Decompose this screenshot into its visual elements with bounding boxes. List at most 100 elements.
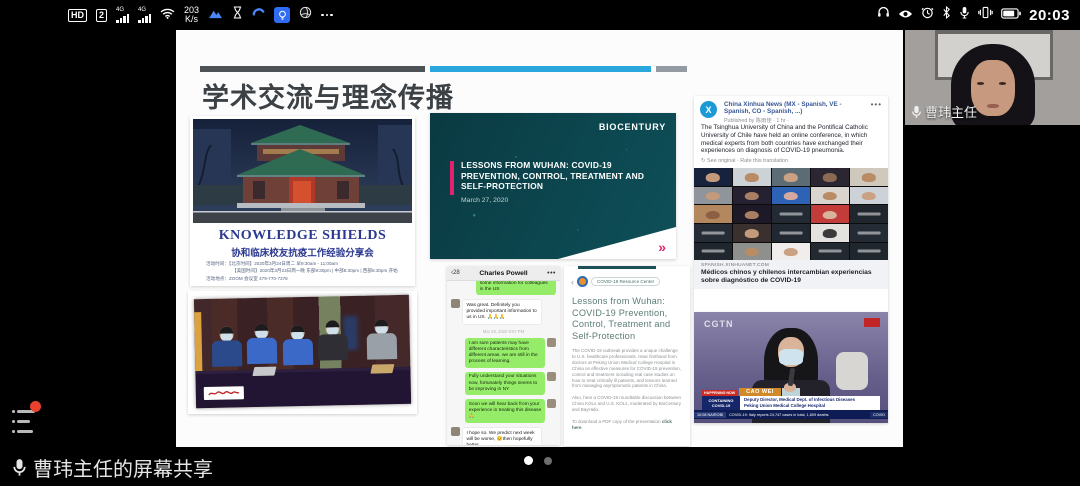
- chat-bubble: Was great. Definitely you provided impor…: [462, 299, 542, 325]
- chat-list-button[interactable]: [12, 406, 46, 444]
- participant-video-tile: [772, 243, 810, 261]
- chat-messages: some information for colleagues in the U…: [447, 281, 560, 445]
- participant-video-tile: [733, 224, 771, 242]
- signal-bars: [116, 14, 129, 23]
- chair: [836, 352, 868, 390]
- team-photo: [188, 291, 417, 414]
- chat-message-row: Was great. Definitely you provided impor…: [451, 299, 556, 325]
- participant-name-tile: [772, 205, 810, 223]
- chat-message-row: I am sure patients may have different ch…: [451, 338, 556, 368]
- laptop: [371, 365, 395, 375]
- participant-name-tile: [772, 224, 810, 242]
- screen-share-view[interactable]: 学术交流与理念传播: [176, 30, 903, 447]
- chat-bubble: some information for colleagues in the U…: [476, 281, 556, 295]
- link-preview: SPANISH.XINHUANET.COM Médicos chinos y c…: [694, 260, 888, 289]
- resource-paragraph: To download a PDF copy of the presentati…: [572, 419, 682, 431]
- ticker-text: COVID-19: Italy reports 24,747 cases in …: [729, 413, 870, 417]
- signal-icon-2: 4G: [138, 7, 151, 23]
- participant-name-tile: [850, 243, 888, 261]
- participant-video-tile: [850, 187, 888, 205]
- link-headline: Médicos chinos y chilenos intercambian e…: [701, 269, 881, 285]
- slide-title: 学术交流与理念传播: [202, 76, 454, 115]
- translation-row: ↻ See original · Rate this translation: [694, 155, 888, 164]
- bulb-app-icon: [274, 7, 290, 23]
- poster-title: KNOWLEDGE SHIELDS: [190, 228, 415, 244]
- page-indicator: [524, 456, 552, 465]
- chat-bubble: Soon we will hear back from your experie…: [465, 399, 545, 423]
- back-icon: ‹28: [451, 270, 460, 276]
- speaker-video-thumbnail[interactable]: 曹玮主任: [905, 30, 1080, 125]
- news-ticker: 10:08 NAIROBI COVID-19: Italy reports 24…: [694, 410, 888, 419]
- participant-video-tile: [850, 168, 888, 186]
- battery-icon: [1001, 6, 1021, 24]
- chat-avatar: [547, 399, 556, 408]
- participant-video-tile: [733, 168, 771, 186]
- chat-message-row: some information for colleagues in the U…: [451, 281, 556, 295]
- speed-unit: K/s: [184, 15, 199, 24]
- participant-name-label: 曹玮主任: [911, 102, 977, 121]
- laptop: [252, 367, 276, 377]
- chat-message-row: Soon we will hear back from your experie…: [451, 399, 556, 423]
- resource-center-page: ‹ COVID-19 Resource Center Lessons from …: [564, 266, 690, 446]
- chat-bubble: I am sure patients may have different ch…: [465, 338, 545, 368]
- resource-paragraph: The COVID-19 outbreak provides a unique …: [572, 348, 682, 389]
- network-type-label: 4G: [116, 7, 124, 13]
- eye-icon: [898, 6, 913, 24]
- program-box: CONTAINING COVID-19: [702, 396, 740, 410]
- ticker-right: COVID: [870, 412, 888, 418]
- chat-contact-name: Charles Powell: [479, 270, 527, 277]
- post-menu-icon: •••: [871, 100, 882, 109]
- chat-avatar: [547, 338, 556, 347]
- poster-detail-line: 【美国时间】2020年3月23日周一晚 东部9:30pm | 中部8:30pm …: [206, 268, 409, 275]
- notification-badge: [30, 401, 41, 412]
- resource-header: ‹ COVID-19 Resource Center: [571, 276, 683, 287]
- cgtn-broadcast: CGTN HAPPENING NOW CAO WEI CONTAINING CO…: [694, 312, 888, 423]
- wechat-screenshot: ‹28 Charles Powell ••• some information …: [447, 266, 560, 445]
- link-source: SPANISH.XINHUANET.COM: [701, 263, 881, 268]
- page-dot-active[interactable]: [524, 456, 533, 465]
- network-speed: 203 K/s: [184, 6, 199, 24]
- status-bar-right: 20:03: [877, 0, 1070, 30]
- poster-details: 活动时间：【北京时间】2020年3月24日周二 早9:30am - 11:00a…: [206, 261, 409, 283]
- browser-app-icon: [252, 6, 265, 24]
- chat-menu-icon: •••: [547, 270, 556, 277]
- signal-bars: [138, 14, 151, 23]
- chat-avatar: [547, 372, 556, 381]
- participant-video-tile: [811, 187, 849, 205]
- participant-video-tile: [811, 205, 849, 223]
- sim2-badge: 2: [96, 9, 107, 22]
- photo-image: [194, 295, 411, 408]
- chat-message-row: Fully understand your situations now, fo…: [451, 372, 556, 396]
- participant-video-tile: [772, 187, 810, 205]
- chat-header: ‹28 Charles Powell •••: [447, 266, 560, 281]
- chat-message-row: I hope so. We predict next week will be …: [451, 427, 556, 445]
- page-dot[interactable]: [544, 457, 552, 465]
- participant-name-tile: [850, 224, 888, 242]
- screen-share-label: 曹玮主任的屏幕共享: [12, 453, 213, 482]
- participant-name-tile: [850, 205, 888, 223]
- top-accent-bar: [578, 266, 656, 269]
- biocentury-slide: BIOCENTURY LESSONS FROM WUHAN: COVID-19 …: [430, 113, 676, 259]
- bluetooth-icon: [942, 6, 951, 24]
- poster-subtitle: 协和临床校友抗疫工作经验分享会: [190, 245, 415, 259]
- conference-grid: [694, 168, 888, 260]
- title-bar-blue: [430, 66, 651, 72]
- biocentury-logo: BIOCENTURY: [599, 122, 666, 132]
- alarm-icon: [921, 6, 934, 24]
- title-bar-gray: [656, 66, 687, 72]
- network-type-label: 4G: [138, 7, 146, 13]
- participant-name-tile: [811, 243, 849, 261]
- participant-video-tile: [694, 187, 732, 205]
- wifi-icon: [160, 6, 175, 24]
- xinhua-avatar: X: [700, 101, 717, 118]
- status-bar: HD 2 4G 4G 203 K/s: [0, 0, 1080, 30]
- phone-screen: HD 2 4G 4G 203 K/s: [0, 0, 1080, 486]
- chat-bubble: Fully understand your situations now, fo…: [465, 372, 545, 396]
- participant-video-tile: [733, 187, 771, 205]
- poster-detail-line: 活动地点：ZOOM 会议室 479-770-7378: [206, 276, 409, 283]
- peaks-app-icon: [208, 6, 223, 24]
- chevrons-icon: »: [658, 239, 666, 255]
- participant-video-tile: [694, 205, 732, 223]
- resource-title: Lessons from Wuhan: COVID-19 Prevention,…: [572, 296, 682, 342]
- participant-name-tile: [694, 224, 732, 242]
